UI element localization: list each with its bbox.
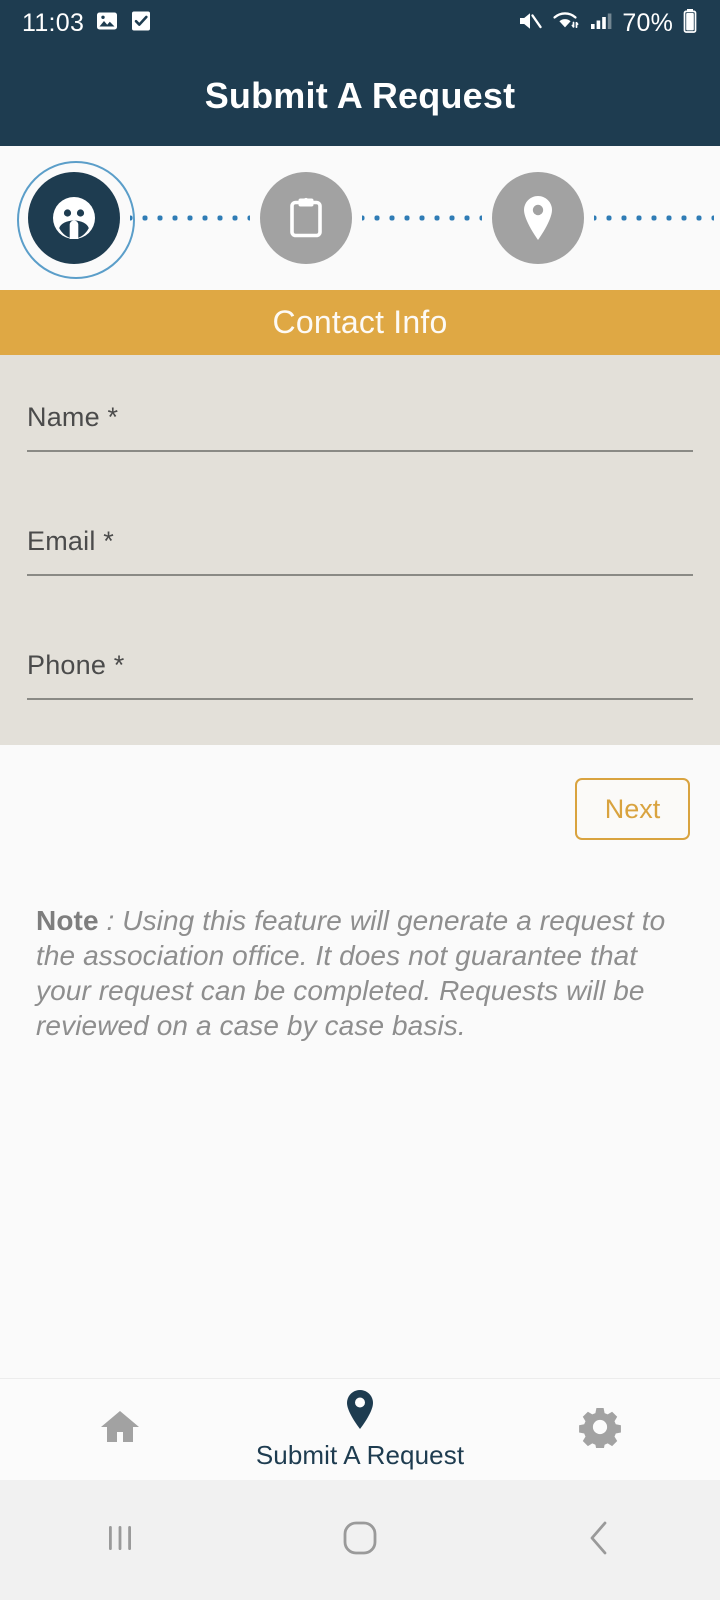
- image-icon: [95, 9, 119, 38]
- location-pin-icon: [516, 193, 560, 243]
- tab-home[interactable]: [0, 1379, 240, 1480]
- phone-field-underline: [27, 698, 693, 700]
- note-body: Using this feature will generate a reque…: [36, 905, 666, 1041]
- stepper-connector-3: [594, 215, 714, 221]
- recent-apps-icon: [103, 1520, 137, 1561]
- gear-icon: [579, 1406, 621, 1453]
- tab-submit-a-request-label: Submit A Request: [255, 1439, 465, 1470]
- back-chevron-icon: [585, 1519, 615, 1562]
- note-prefix: Note: [36, 905, 99, 936]
- email-field[interactable]: Email *: [27, 479, 693, 603]
- progress-stepper: [0, 146, 720, 290]
- phone-field-label: Phone *: [27, 650, 125, 680]
- mute-icon: [517, 9, 543, 38]
- recent-apps-button[interactable]: [0, 1480, 240, 1600]
- next-button-label: Next: [604, 793, 661, 824]
- section-title: Contact Info: [272, 304, 448, 340]
- tab-submit-a-request[interactable]: Submit A Request: [240, 1379, 480, 1480]
- step-contact-info[interactable]: [17, 161, 135, 279]
- name-field[interactable]: Name *: [27, 355, 693, 479]
- clipboard-icon: [283, 195, 329, 241]
- app-bar: Submit A Request: [0, 46, 720, 146]
- wifi-icon: [552, 9, 580, 38]
- status-bar-right: 70%: [517, 8, 698, 39]
- step-request-details[interactable]: [260, 172, 352, 264]
- tab-settings[interactable]: [480, 1379, 720, 1480]
- signal-icon: [589, 9, 613, 38]
- system-navigation-bar: [0, 1480, 720, 1600]
- email-field-label: Email *: [27, 526, 114, 556]
- name-field-underline: [27, 450, 693, 452]
- status-bar-clock: 11:03: [22, 8, 85, 37]
- battery-percent-label: 70%: [622, 8, 673, 37]
- back-button[interactable]: [480, 1480, 720, 1600]
- stepper-connector-2: [362, 215, 482, 221]
- note-text: Note : Using this feature will generate …: [36, 903, 666, 1043]
- battery-icon: [682, 8, 698, 39]
- phone-field[interactable]: Phone *: [27, 603, 693, 727]
- stepper-connector-1: [130, 215, 250, 221]
- status-bar-left: 11:03: [22, 9, 152, 38]
- page-title: Submit A Request: [204, 75, 516, 116]
- name-field-label: Name *: [27, 402, 119, 432]
- checkbox-icon: [130, 9, 152, 38]
- bottom-tab-bar: Submit A Request: [0, 1378, 720, 1480]
- home-circle-icon: [340, 1518, 380, 1563]
- action-area: Next Note : Using this feature will gene…: [0, 745, 720, 1370]
- home-icon: [98, 1407, 142, 1452]
- contacts-icon: [49, 193, 99, 243]
- contact-info-form: Name * Email * Phone *: [0, 355, 720, 745]
- email-field-underline: [27, 574, 693, 576]
- home-button[interactable]: [240, 1480, 480, 1600]
- note-separator: :: [98, 905, 123, 936]
- section-banner: Contact Info: [0, 290, 720, 355]
- location-pin-icon: [344, 1389, 376, 1436]
- status-bar: 11:03 70%: [0, 0, 720, 46]
- step-location[interactable]: [492, 172, 584, 264]
- next-button[interactable]: Next: [575, 778, 690, 840]
